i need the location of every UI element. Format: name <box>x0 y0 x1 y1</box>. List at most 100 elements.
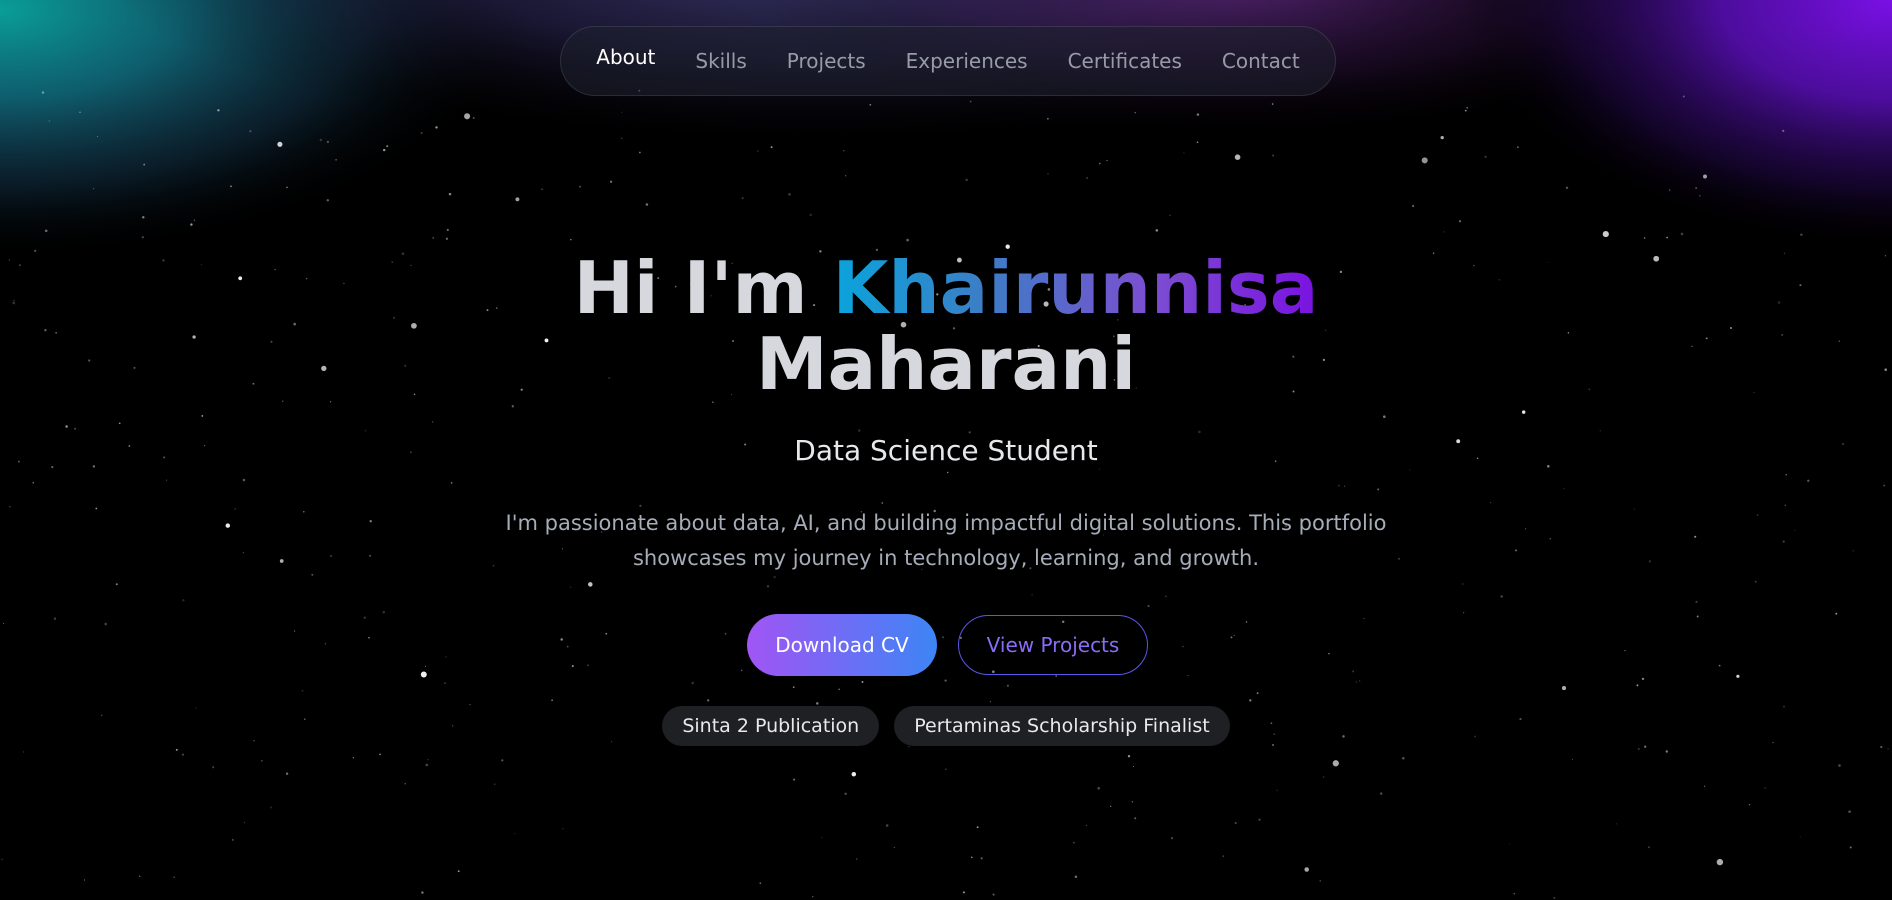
star <box>285 772 289 775</box>
star <box>1784 504 1787 507</box>
star <box>1183 152 1185 154</box>
star <box>492 564 495 567</box>
star <box>1222 855 1225 857</box>
star <box>1599 430 1602 432</box>
star <box>382 148 386 152</box>
star <box>1276 789 1278 791</box>
nav-item-projects[interactable]: Projects <box>787 49 866 73</box>
star <box>605 632 608 635</box>
star <box>1006 684 1010 687</box>
star <box>1463 612 1465 614</box>
star <box>234 508 236 510</box>
star <box>1443 231 1445 233</box>
star <box>773 575 776 579</box>
star <box>851 771 857 777</box>
star <box>1880 746 1883 749</box>
nav-item-experiences[interactable]: Experiences <box>906 49 1028 73</box>
hero-greeting: Hi I'm <box>573 246 808 330</box>
star <box>857 429 861 432</box>
nav-item-skills[interactable]: Skills <box>695 49 746 73</box>
star <box>707 699 710 702</box>
star <box>856 858 858 860</box>
star <box>277 141 283 147</box>
star <box>1170 837 1174 840</box>
star <box>1549 538 1551 540</box>
star <box>1155 229 1159 232</box>
star <box>435 126 438 129</box>
star <box>1636 684 1639 687</box>
star <box>104 622 107 626</box>
nav-item-certificates[interactable]: Certificates <box>1068 49 1182 73</box>
star <box>1799 836 1801 838</box>
star <box>139 875 141 877</box>
star <box>242 478 246 482</box>
star <box>92 187 95 190</box>
star <box>448 192 452 196</box>
star <box>838 688 840 691</box>
star <box>1682 95 1685 98</box>
nav-item-about[interactable]: About <box>596 45 655 69</box>
view-projects-button[interactable]: View Projects <box>958 615 1148 675</box>
star <box>511 405 514 408</box>
star <box>182 599 185 602</box>
star <box>1234 821 1237 825</box>
star <box>1782 540 1785 543</box>
hero-first-name: Khairunnisa <box>832 246 1319 330</box>
star <box>1363 617 1365 619</box>
star <box>190 223 193 226</box>
star <box>324 643 327 645</box>
star <box>1794 529 1796 531</box>
star <box>992 893 995 896</box>
star <box>645 203 649 206</box>
star <box>118 422 121 425</box>
star <box>1328 652 1330 655</box>
star <box>724 632 727 635</box>
star <box>1835 612 1838 615</box>
nav-item-contact[interactable]: Contact <box>1222 49 1300 73</box>
star <box>1484 155 1487 158</box>
star <box>286 186 288 189</box>
star <box>1319 880 1321 882</box>
star <box>1358 680 1361 682</box>
star <box>770 146 773 149</box>
star <box>1343 485 1346 487</box>
star <box>908 745 910 748</box>
star <box>141 236 144 239</box>
star <box>352 757 354 759</box>
star <box>143 163 146 166</box>
star <box>1412 204 1415 208</box>
star <box>587 664 589 667</box>
star <box>53 617 57 620</box>
star <box>740 669 743 672</box>
star <box>1565 186 1569 190</box>
star <box>1127 755 1131 758</box>
star <box>1245 621 1248 623</box>
star <box>420 671 427 678</box>
star <box>1748 803 1751 806</box>
star <box>32 481 35 484</box>
top-navigation: About Skills Projects Experiences Certif… <box>560 26 1336 96</box>
star <box>83 879 86 881</box>
star <box>1624 649 1626 652</box>
star <box>420 132 423 134</box>
star <box>1561 686 1567 691</box>
star <box>691 681 694 685</box>
star <box>9 506 11 508</box>
star <box>1666 236 1668 239</box>
star <box>421 891 424 894</box>
star <box>217 109 220 112</box>
star <box>44 229 48 233</box>
star <box>881 502 884 504</box>
star <box>48 120 51 122</box>
star <box>425 763 429 767</box>
star <box>142 216 145 219</box>
star <box>1716 858 1724 866</box>
star <box>1337 484 1340 487</box>
star <box>326 199 330 202</box>
download-cv-button[interactable]: Download CV <box>747 614 937 676</box>
star <box>279 559 284 563</box>
star <box>201 414 204 417</box>
star <box>1458 220 1462 223</box>
star <box>1085 824 1087 826</box>
star <box>193 219 196 222</box>
